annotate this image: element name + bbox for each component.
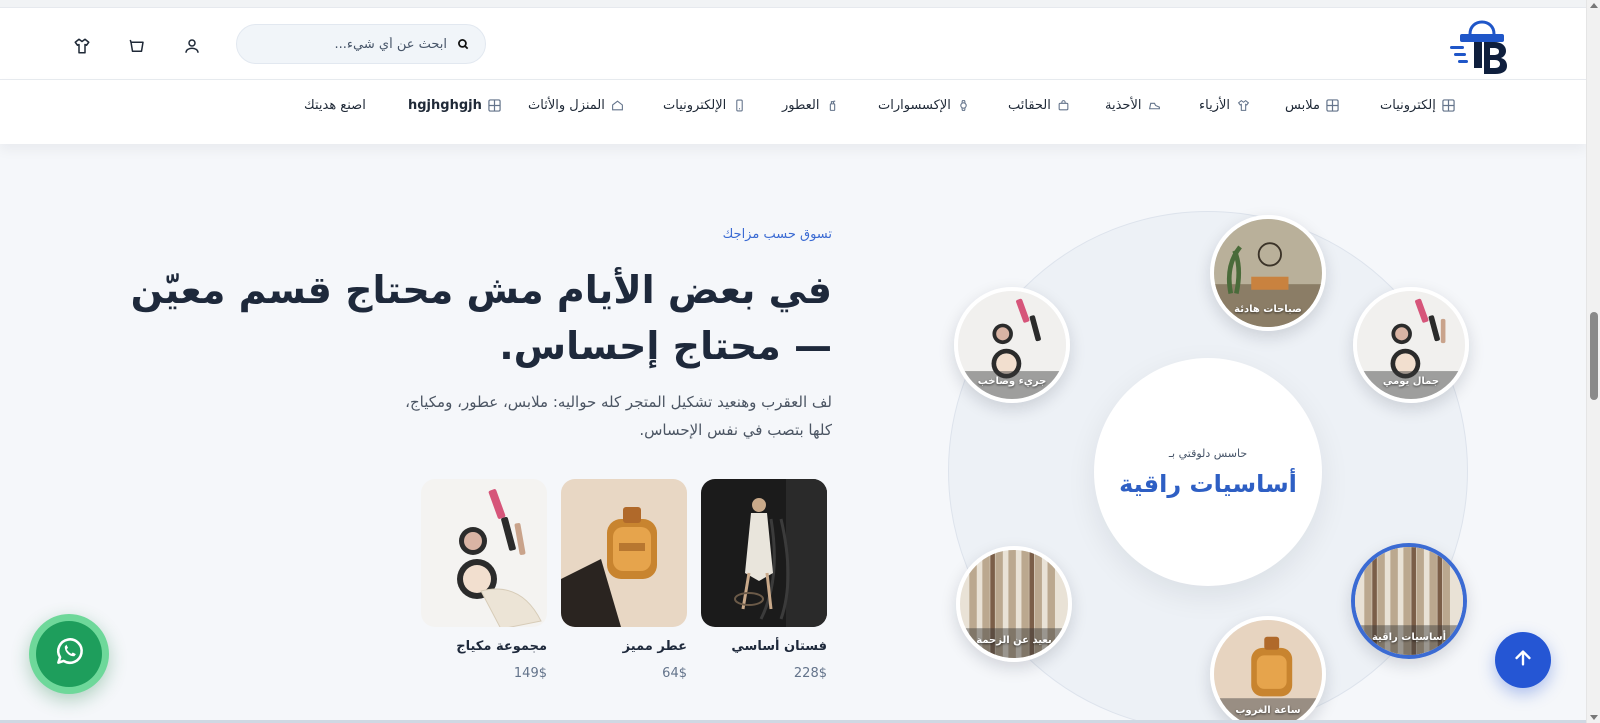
grid-icon [1326, 98, 1340, 112]
whatsapp-icon [52, 635, 86, 673]
product-card[interactable]: مجموعة مكياج 149$ [421, 479, 547, 681]
search-icon [455, 36, 471, 52]
mood-center-caption: حاسس دلوقتي بـ [1168, 446, 1248, 460]
category-nav: إلكترونيات ملابس الأزياء الأحذية الحقائب… [0, 80, 1586, 144]
nav-item-electronics[interactable]: إلكترونيات [1380, 94, 1456, 116]
nav-item-label: hgjhghgjh [408, 97, 482, 113]
product-name[interactable]: فستان أساسي [701, 639, 827, 654]
nav-item-label: الأحذية [1105, 97, 1142, 113]
mood-bubble-label: بعيد عن الزحمة [976, 635, 1052, 646]
phone-icon [732, 98, 746, 112]
mood-bubble-away-from-crowd[interactable]: بعيد عن الزحمة [956, 546, 1072, 662]
product-name[interactable]: مجموعة مكياج [421, 639, 547, 654]
nav-item-label: الأزياء [1199, 97, 1230, 113]
nav-item-home[interactable]: المنزل والأثاث [528, 94, 625, 116]
product-image[interactable] [421, 479, 547, 627]
bag-icon [1057, 98, 1071, 112]
grid-icon [1442, 98, 1456, 112]
home-icon [611, 98, 625, 112]
nav-item-clothes[interactable]: ملابس [1285, 94, 1340, 116]
mood-bubble-label: أساسيات راقية [1371, 632, 1447, 643]
mood-center-title: أساسيات راقية [1119, 469, 1297, 498]
cart-icon[interactable] [127, 36, 147, 56]
product-price: 228$ [793, 666, 827, 681]
nav-item-label: الإكسسوارات [878, 97, 951, 113]
page-scrollbar[interactable] [1586, 0, 1600, 723]
whatsapp-button[interactable] [29, 614, 109, 694]
mood-bubble-label: جمال يومي [1382, 376, 1440, 387]
product-price: 64$ [662, 666, 687, 681]
scroll-to-top-button[interactable] [1495, 632, 1551, 688]
mood-bubble-refined-basics[interactable]: أساسيات راقية [1351, 543, 1467, 659]
mood-bubble-calm-mornings[interactable]: صباحات هادئة [1210, 215, 1326, 331]
site-header [0, 8, 1586, 80]
product-image[interactable] [561, 479, 687, 627]
hero-headline: في بعض الأيام مش محتاج قسم معيّن — محتاج… [130, 268, 832, 368]
product-name[interactable]: عطر مميز [561, 639, 687, 654]
product-card[interactable]: فستان أساسي 228$ [701, 479, 827, 681]
browser-top-strip [0, 0, 1586, 8]
nav-item-label: المنزل والأثاث [528, 97, 605, 113]
nav-item-fashion[interactable]: الأزياء [1199, 94, 1250, 116]
mood-bubble-label: جريء وصاخب [977, 376, 1047, 387]
nav-item-electronics-2[interactable]: الإلكترونيات [663, 94, 746, 116]
grid-icon [488, 98, 502, 112]
nav-item-accessories[interactable]: الإكسسوارات [878, 94, 971, 116]
mood-bubble-bold-and-loud[interactable]: جريء وصاخب [954, 287, 1070, 403]
search-input[interactable] [257, 36, 447, 52]
mood-bubble-label: صباحات هادئة [1234, 304, 1302, 315]
search-box[interactable] [236, 24, 486, 64]
scrollbar-thumb[interactable] [1590, 312, 1598, 400]
watch-icon [957, 98, 971, 112]
arrow-up-icon [1512, 647, 1534, 673]
product-card[interactable]: عطر مميز 64$ [561, 479, 687, 681]
nav-item-label: اصنع هديتك [304, 97, 366, 113]
nav-item-hgjhghgjh[interactable]: hgjhghgjh [408, 94, 502, 116]
nav-item-perfumes[interactable]: العطور [782, 94, 840, 116]
scroll-up-arrow[interactable] [1590, 3, 1598, 8]
mood-bubble-sunset-hour[interactable]: ساعة الغروب [1210, 616, 1326, 723]
hero-subtext: لف العقرب وهنعيد تشكيل المتجر كله حواليه… [405, 393, 832, 439]
user-icon[interactable] [182, 36, 202, 56]
mood-bubble-label: ساعة الغروب [1235, 705, 1301, 716]
nav-item-label: العطور [782, 97, 820, 113]
nav-item-label: الحقائب [1008, 97, 1051, 113]
nav-item-make-gift[interactable]: اصنع هديتك [304, 94, 366, 116]
mood-center: حاسس دلوقتي بـ أساسيات راقية [1094, 358, 1322, 586]
shirt-icon[interactable] [72, 36, 92, 56]
nav-item-label: إلكترونيات [1380, 97, 1436, 113]
scroll-down-arrow[interactable] [1590, 715, 1598, 720]
hero-eyebrow: تسوق حسب مزاجك [722, 227, 832, 242]
site-logo[interactable] [1448, 18, 1514, 74]
nav-item-shoes[interactable]: الأحذية [1105, 94, 1161, 116]
perfume-icon [826, 98, 840, 112]
nav-item-bags[interactable]: الحقائب [1008, 94, 1071, 116]
shoe-icon [1147, 98, 1161, 112]
nav-item-label: ملابس [1285, 97, 1320, 113]
product-image[interactable] [701, 479, 827, 627]
nav-item-label: الإلكترونيات [663, 97, 727, 113]
product-price: 149$ [513, 666, 547, 681]
mood-bubble-daily-beauty[interactable]: جمال يومي [1353, 287, 1469, 403]
shirt-icon [1236, 98, 1250, 112]
